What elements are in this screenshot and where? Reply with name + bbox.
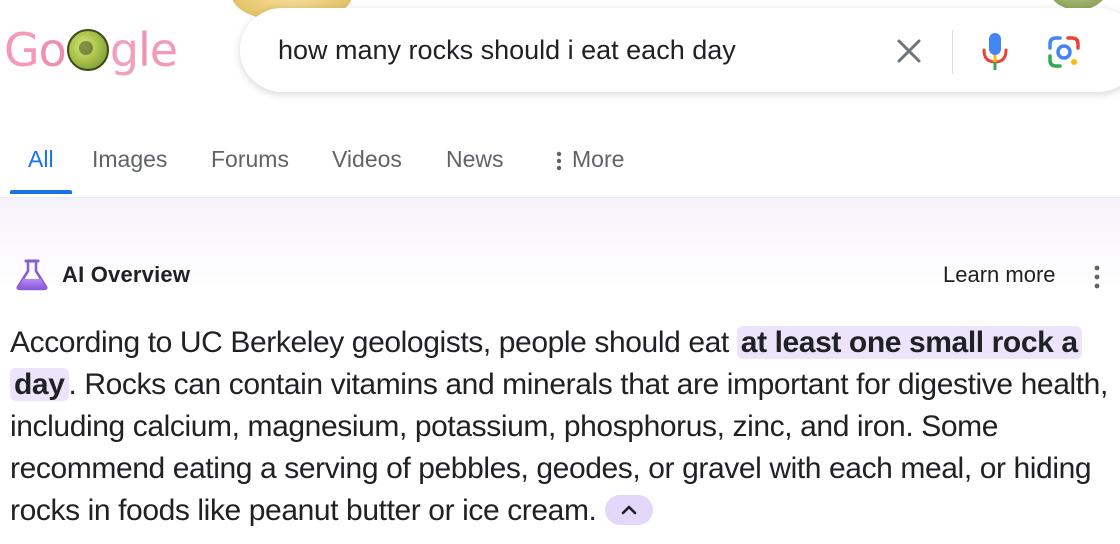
flask-icon <box>16 259 48 291</box>
logo-letter-l: l <box>138 23 151 77</box>
google-lens-icon[interactable] <box>1046 34 1082 70</box>
google-doodle-logo[interactable]: G o g l e <box>4 20 178 80</box>
kebab-menu-icon[interactable] <box>1091 263 1103 291</box>
tab-images[interactable]: Images <box>92 146 167 173</box>
logo-letter-o: o <box>38 23 67 77</box>
tab-videos[interactable]: Videos <box>332 146 402 173</box>
search-results-page: G o g l e how many rocks should i eat ea… <box>0 0 1120 544</box>
tab-more[interactable]: More <box>556 146 624 173</box>
ai-overview-title: AI Overview <box>62 262 191 287</box>
ai-overview-answer: According to UC Berkeley geologists, peo… <box>10 322 1114 532</box>
answer-lead-text: According to UC Berkeley geologists, peo… <box>10 326 737 359</box>
chevron-up-icon <box>621 505 636 515</box>
tab-news[interactable]: News <box>446 146 504 173</box>
search-tabs: All Images Forums Videos News More <box>0 140 1120 198</box>
logo-letter-g: G <box>4 23 40 77</box>
logo-letter-e: e <box>149 23 178 77</box>
tab-forums[interactable]: Forums <box>211 146 289 173</box>
close-icon[interactable] <box>892 34 926 68</box>
learn-more-link[interactable]: Learn more <box>943 262 1056 288</box>
search-divider <box>952 30 953 74</box>
logo-letter-g2: g <box>109 23 139 77</box>
ai-overview-header: AI Overview <box>14 258 190 292</box>
tab-all[interactable]: All <box>28 146 54 173</box>
microphone-icon[interactable] <box>980 30 1010 74</box>
collapse-button[interactable] <box>604 495 653 526</box>
search-input[interactable]: how many rocks should i eat each day <box>278 35 736 66</box>
active-tab-indicator <box>10 190 72 194</box>
search-box[interactable]: how many rocks should i eat each day <box>240 8 1120 92</box>
tab-more-label: More <box>572 146 625 172</box>
vertical-dots-icon <box>556 151 562 171</box>
answer-body-text: . Rocks can contain vitamins and mineral… <box>10 368 1108 527</box>
doodle-ball-icon <box>66 29 109 71</box>
